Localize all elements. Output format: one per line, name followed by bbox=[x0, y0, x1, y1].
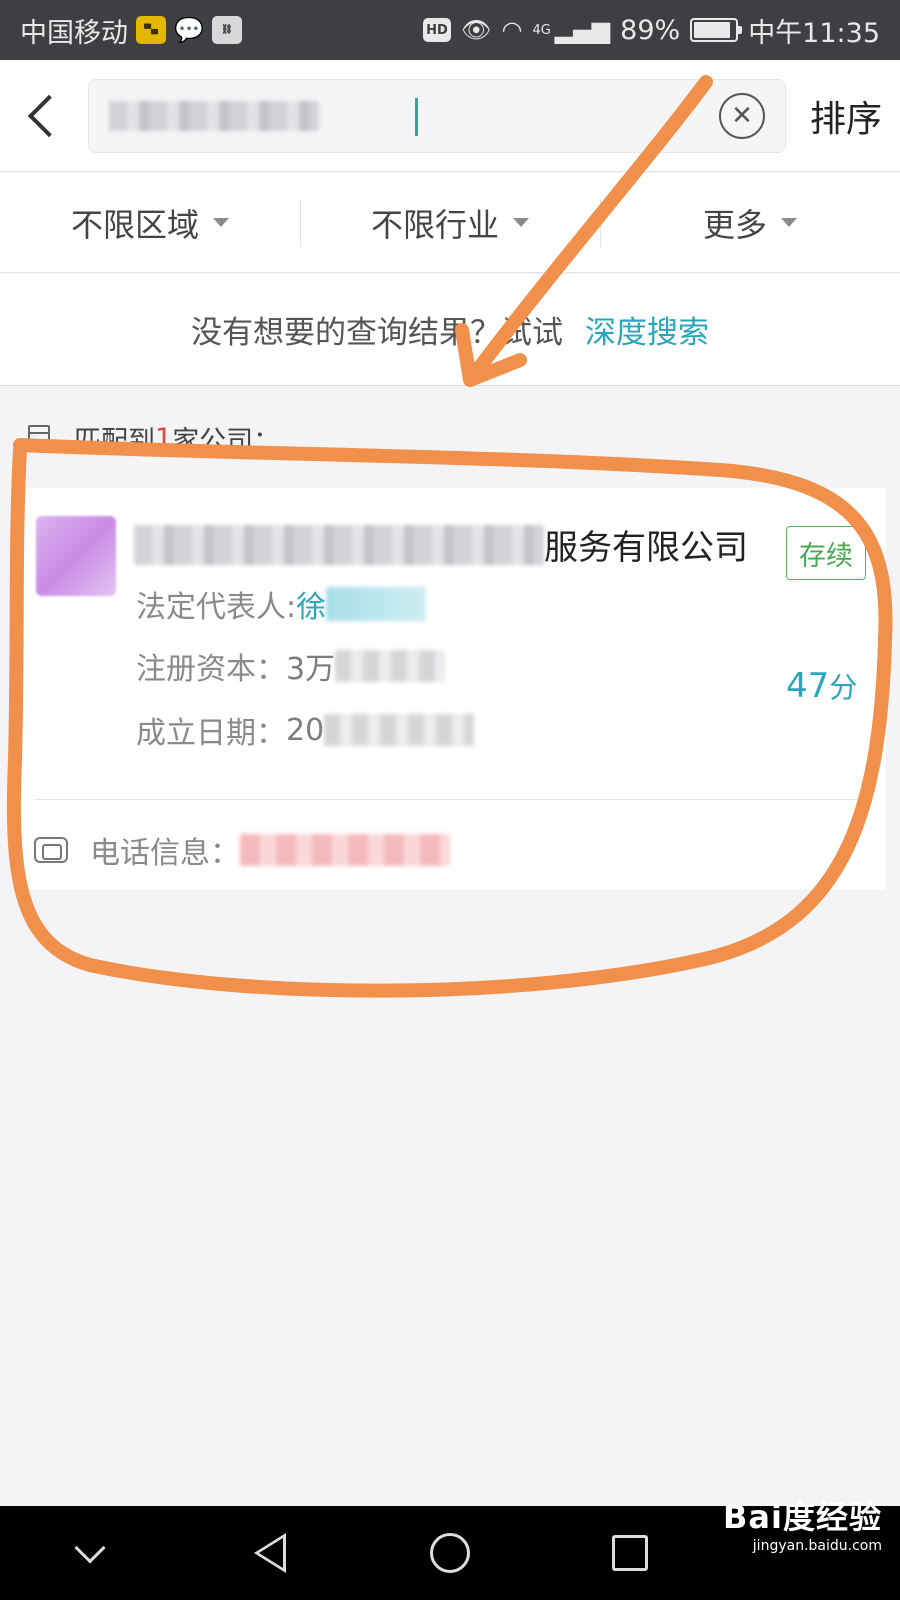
card-divider bbox=[34, 799, 866, 800]
battery-fill bbox=[694, 22, 730, 38]
battery-icon bbox=[690, 18, 743, 42]
caret-down-icon bbox=[513, 218, 529, 227]
nav-recent-button[interactable] bbox=[540, 1506, 720, 1600]
chevron-left-icon bbox=[27, 94, 71, 137]
building-icon bbox=[28, 425, 50, 451]
legal-rep-label: 法定代表人: bbox=[136, 590, 297, 625]
search-input[interactable] bbox=[319, 95, 719, 136]
nav-hide-button[interactable] bbox=[0, 1506, 180, 1600]
signal-icon: ▂▄▆ bbox=[554, 16, 611, 44]
capital-row: 注册资本： 3万 bbox=[136, 644, 446, 688]
company-logo bbox=[36, 516, 116, 596]
legal-rep-value[interactable]: 徐 bbox=[296, 582, 326, 626]
date-value: 20 bbox=[286, 712, 325, 748]
filter-region-label: 不限区域 bbox=[70, 205, 199, 244]
company-name[interactable]: 服务有限公司 bbox=[134, 520, 764, 569]
nav-home-button[interactable] bbox=[360, 1506, 540, 1600]
clock: 中午11:35 bbox=[748, 17, 880, 49]
date-label: 成立日期： bbox=[136, 716, 286, 751]
match-count-row: 匹配到 1 家公司： bbox=[28, 418, 280, 458]
app-badge-icon: ▀▄ bbox=[136, 16, 166, 44]
legal-rep-row: 法定代表人: 徐 bbox=[136, 582, 427, 626]
carrier-name: 中国移动 bbox=[20, 17, 128, 49]
hint-text: 没有想要的查询结果？试试 bbox=[191, 315, 563, 351]
score: 47分 bbox=[786, 666, 857, 706]
phone-label: 电话信息： bbox=[90, 836, 240, 871]
filter-more-label: 更多 bbox=[702, 205, 767, 244]
close-icon: ✕ bbox=[731, 100, 753, 131]
back-triangle-icon bbox=[254, 1533, 286, 1573]
search-query-obscured bbox=[109, 100, 319, 131]
clear-search-button[interactable]: ✕ bbox=[719, 92, 765, 139]
filter-more[interactable]: 更多 bbox=[600, 173, 900, 272]
chevron-down-icon bbox=[74, 1532, 106, 1564]
phone-info-icon bbox=[34, 837, 68, 863]
founded-date-row: 成立日期： 20 bbox=[136, 708, 475, 752]
company-result-card[interactable]: 服务有限公司 存续 法定代表人: 徐 注册资本： 3万 成立日期： 20 47分… bbox=[14, 488, 886, 890]
wifi-icon: ◠ bbox=[501, 16, 523, 44]
filter-region[interactable]: 不限区域 bbox=[0, 173, 300, 272]
phone-obscured bbox=[240, 834, 450, 866]
match-prefix: 匹配到 bbox=[74, 425, 155, 457]
text-cursor bbox=[415, 97, 418, 136]
nav-back-button[interactable] bbox=[180, 1506, 360, 1600]
filter-bar: 不限区域 不限行业 更多 bbox=[0, 173, 900, 273]
sort-button[interactable]: 排序 bbox=[810, 90, 882, 142]
status-bar: 中国移动 ▀▄ 💬 ⛓ HD 👁 ◠ 4G ▂▄▆ 89% 中午11:35 bbox=[0, 0, 900, 60]
status-badge: 存续 bbox=[786, 526, 866, 580]
deep-search-hint: 没有想要的查询结果？试试 深度搜索 bbox=[0, 274, 900, 386]
match-suffix: 家公司： bbox=[172, 425, 281, 457]
network-type: 4G bbox=[532, 22, 551, 38]
baidu-jingyan-watermark: Bai度经验 jingyan.baidu.com bbox=[723, 1492, 882, 1554]
match-count: 1 bbox=[155, 422, 173, 454]
score-value: 47 bbox=[786, 666, 830, 706]
capital-obscured bbox=[335, 650, 446, 682]
caret-down-icon bbox=[781, 218, 797, 227]
caret-down-icon bbox=[213, 218, 229, 227]
filter-industry[interactable]: 不限行业 bbox=[300, 173, 600, 272]
company-name-text: 服务有限公司 bbox=[544, 528, 748, 568]
chat-bubble-icon: 💬 bbox=[174, 16, 204, 44]
watermark-url: jingyan.baidu.com bbox=[752, 1538, 882, 1554]
deep-search-link[interactable]: 深度搜索 bbox=[585, 307, 709, 352]
watermark-logo: Bai度经验 bbox=[723, 1498, 882, 1536]
recent-square-icon bbox=[612, 1535, 648, 1571]
hd-badge: HD bbox=[423, 18, 452, 42]
capital-label: 注册资本： bbox=[136, 652, 286, 687]
company-name-obscured bbox=[134, 524, 544, 565]
legal-rep-obscured bbox=[326, 587, 427, 621]
eye-icon: 👁 bbox=[461, 16, 492, 44]
filter-industry-label: 不限行业 bbox=[370, 205, 499, 244]
search-header: ✕ 排序 bbox=[0, 60, 900, 172]
battery-percent: 89% bbox=[620, 14, 681, 46]
date-obscured bbox=[324, 714, 475, 746]
phone-row[interactable]: 电话信息： bbox=[34, 828, 450, 872]
search-box[interactable]: ✕ bbox=[88, 78, 786, 153]
back-button[interactable] bbox=[0, 60, 88, 171]
score-unit: 分 bbox=[829, 671, 858, 704]
capital-value: 3万 bbox=[286, 652, 336, 687]
home-circle-icon bbox=[430, 1533, 470, 1573]
link-icon: ⛓ bbox=[211, 16, 242, 44]
